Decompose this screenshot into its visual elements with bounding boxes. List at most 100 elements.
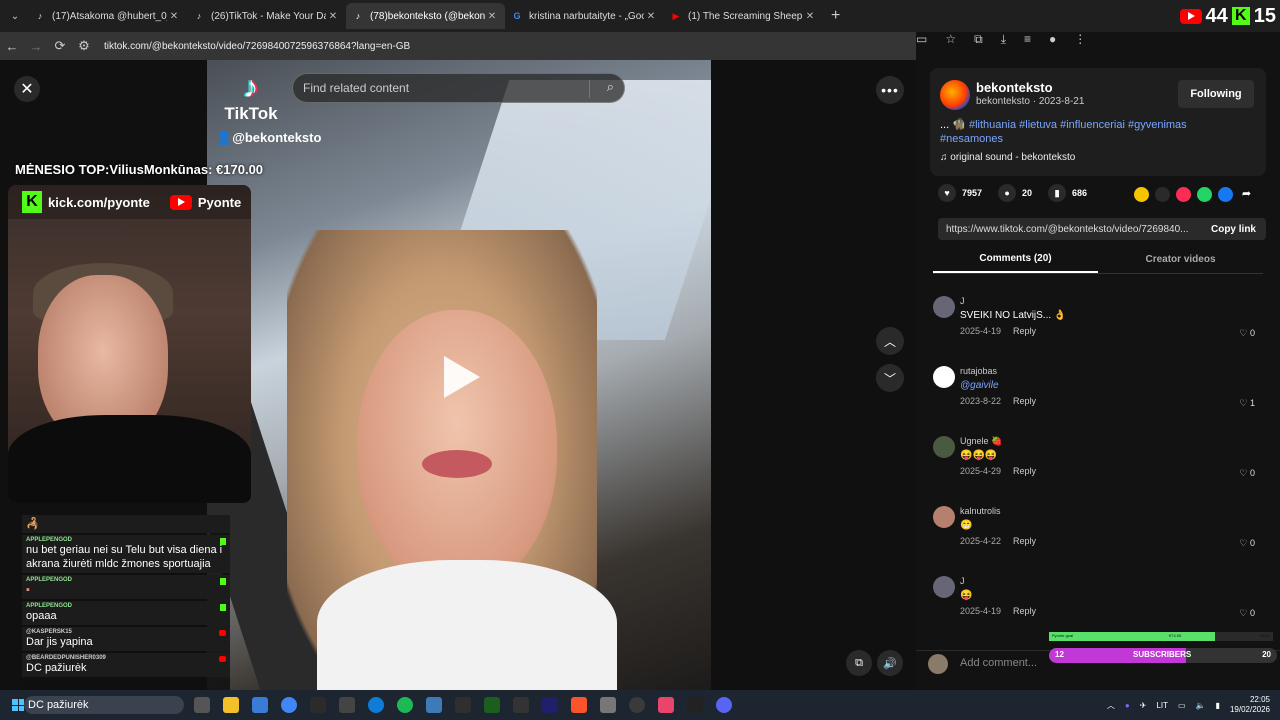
following-button[interactable]: Following (1178, 80, 1254, 108)
heart-icon[interactable]: ♥ (938, 184, 956, 202)
commenter-name[interactable]: kalnutrolis (960, 506, 1001, 516)
app-icon[interactable] (310, 697, 326, 713)
next-video-button[interactable]: ﹀ (876, 364, 904, 392)
taskbar-search[interactable]: DC pažiurėk (24, 696, 184, 714)
reload-icon[interactable]: ⟳ (48, 38, 72, 54)
app-icon[interactable] (513, 697, 529, 713)
app-icon[interactable] (687, 697, 703, 713)
network-icon[interactable]: ▭ (1178, 701, 1186, 710)
add-comment-input[interactable]: Add comment... (960, 657, 1037, 669)
commenter-name[interactable]: J (960, 296, 965, 306)
comment-text[interactable]: @gaivile (960, 380, 999, 391)
chrome-icon[interactable] (281, 697, 297, 713)
reply-button[interactable]: Reply (1013, 606, 1036, 616)
commenter-name[interactable]: J (960, 576, 965, 586)
brave-icon[interactable] (571, 697, 587, 713)
app-icon[interactable] (339, 697, 355, 713)
commenter-avatar[interactable] (933, 576, 955, 598)
app-icon[interactable] (455, 697, 471, 713)
author-name[interactable]: bekonteksto (976, 80, 1053, 95)
tab-comments[interactable]: Comments (20) (933, 246, 1098, 273)
close-tab-icon[interactable]: ✕ (803, 11, 817, 22)
battery-icon[interactable]: ▮ (1216, 701, 1220, 710)
reply-button[interactable]: Reply (1013, 326, 1036, 336)
spotify-icon[interactable] (397, 697, 413, 713)
reply-button[interactable]: Reply (1013, 466, 1036, 476)
volume-button[interactable]: 🔊 (877, 650, 903, 676)
previous-video-button[interactable]: ︿ (876, 327, 904, 355)
close-tab-icon[interactable]: ✕ (326, 11, 340, 22)
premiere-icon[interactable] (542, 697, 558, 713)
comment-like[interactable]: ♡ 0 (1239, 538, 1255, 549)
site-info-icon[interactable]: ⚙ (72, 38, 96, 54)
more-options-button[interactable]: ••• (876, 76, 904, 104)
tray-app-icon[interactable]: ✈ (1140, 701, 1147, 710)
back-icon[interactable]: ← (0, 39, 24, 54)
browser-tab[interactable]: G kristina narbutaityte - „Google" ✕ (505, 3, 664, 29)
url-field[interactable]: tiktok.com/@bekonteksto/video/7269840072… (104, 41, 410, 52)
reply-button[interactable]: Reply (1013, 396, 1036, 406)
close-tab-icon[interactable]: ✕ (167, 11, 181, 22)
tray-chevron-icon[interactable]: ︿ (1107, 700, 1115, 711)
comment-like[interactable]: ♡ 0 (1239, 468, 1255, 479)
close-button[interactable]: ✕ (14, 76, 40, 102)
windows-start-icon[interactable] (12, 699, 24, 711)
search-icon[interactable]: ⌕ (607, 79, 614, 95)
sound-link[interactable]: ♫ original sound - bekonteksto (940, 152, 1075, 163)
discord-icon[interactable] (716, 697, 732, 713)
comment-tabs: Comments (20) Creator videos (933, 246, 1263, 274)
donation-goal-bar: Pyonte goal €74.00 €100 (1049, 632, 1273, 641)
commenter-avatar[interactable] (933, 506, 955, 528)
comment-like[interactable]: ♡ 0 (1239, 608, 1255, 619)
new-tab-button[interactable]: + (831, 7, 840, 25)
app-icon[interactable] (658, 697, 674, 713)
link-field[interactable]: https://www.tiktok.com/@bekonteksto/vide… (938, 218, 1266, 240)
photos-icon[interactable] (426, 697, 442, 713)
commenter-name[interactable]: Ugnele 🍓 (960, 436, 1002, 447)
commenter-avatar[interactable] (933, 436, 955, 458)
comment-like[interactable]: ♡ 0 (1239, 328, 1255, 339)
subscribers-target: 20 (1262, 650, 1271, 659)
commenter-avatar[interactable] (933, 366, 955, 388)
play-icon[interactable] (444, 356, 480, 398)
whatsapp-icon[interactable] (1197, 187, 1212, 202)
tab-creator-videos[interactable]: Creator videos (1098, 246, 1263, 273)
facebook-icon[interactable] (1218, 187, 1233, 202)
send-icon[interactable] (1176, 187, 1191, 202)
search-input[interactable]: Find related content ⌕ (292, 73, 625, 103)
author-avatar[interactable] (940, 80, 970, 110)
hashtags[interactable]: #lithuania #lietuva #influenceriai #gyve… (940, 119, 1187, 145)
app-icon[interactable] (600, 697, 616, 713)
tray-app-icon[interactable]: ● (1125, 701, 1130, 710)
comment-icon[interactable]: ● (998, 184, 1017, 202)
file-explorer-icon[interactable] (223, 697, 239, 713)
share-arrow-icon[interactable]: ➦ (1239, 187, 1254, 202)
close-tab-icon[interactable]: ✕ (485, 11, 499, 22)
task-view-icon[interactable] (194, 697, 210, 713)
browser-tab[interactable]: ♪ (26)TikTok - Make Your Day ✕ (187, 3, 346, 29)
obs-icon[interactable] (629, 697, 645, 713)
app-icon[interactable] (484, 697, 500, 713)
bookmark-icon[interactable]: ▮ (1048, 184, 1067, 202)
reply-button[interactable]: Reply (1013, 536, 1036, 546)
store-icon[interactable] (252, 697, 268, 713)
kick-badge-icon (220, 604, 226, 611)
browser-tab[interactable]: ▶ (1) The Screaming Sheep (Origi... ✕ (664, 3, 823, 29)
language-indicator[interactable]: LIT (1156, 701, 1168, 710)
forward-icon[interactable]: → (24, 39, 48, 54)
webcam-body (8, 415, 251, 503)
emoji-share-icon[interactable] (1134, 187, 1149, 202)
floating-player-button[interactable]: ⧉ (846, 650, 872, 676)
edge-icon[interactable] (368, 697, 384, 713)
copy-link-button[interactable]: Copy link (1211, 224, 1256, 235)
tab-search-button[interactable]: ⌄ (2, 3, 28, 29)
commenter-avatar[interactable] (933, 296, 955, 318)
close-tab-icon[interactable]: ✕ (644, 11, 658, 22)
embed-icon[interactable] (1155, 187, 1170, 202)
clock[interactable]: 22:05 19/02/2026 (1230, 695, 1270, 715)
volume-icon[interactable]: 🔈 (1196, 701, 1206, 710)
browser-tab[interactable]: ♪ (17)Atsakoma @hubert_0_0 #l... ✕ (28, 3, 187, 29)
browser-tab-active[interactable]: ♪ (78)bekonteksto (@bekontekst... ✕ (346, 3, 505, 29)
commenter-name[interactable]: rutajobas (960, 366, 997, 376)
comment-like[interactable]: ♡ 1 (1239, 398, 1255, 409)
